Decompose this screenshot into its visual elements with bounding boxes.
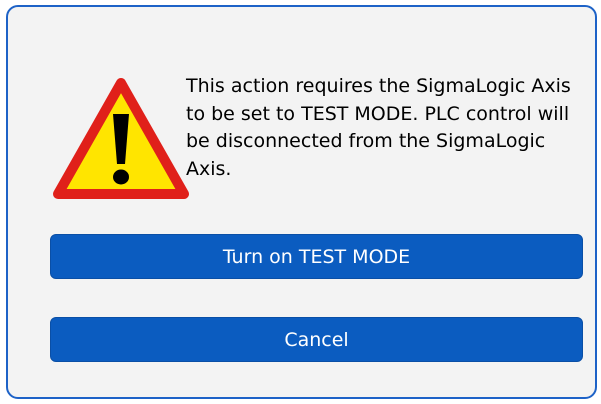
dialog-message: This action requires the SigmaLogic Axis… [186,75,571,180]
warning-icon [53,78,189,199]
turn-on-test-mode-label: Turn on TEST MODE [222,245,411,268]
test-mode-dialog: This action requires the SigmaLogic Axis… [6,5,597,399]
cancel-button[interactable]: Cancel [50,317,583,362]
cancel-label: Cancel [284,328,349,351]
screen-frame: This action requires the SigmaLogic Axis… [0,0,601,404]
turn-on-test-mode-button[interactable]: Turn on TEST MODE [50,234,583,279]
